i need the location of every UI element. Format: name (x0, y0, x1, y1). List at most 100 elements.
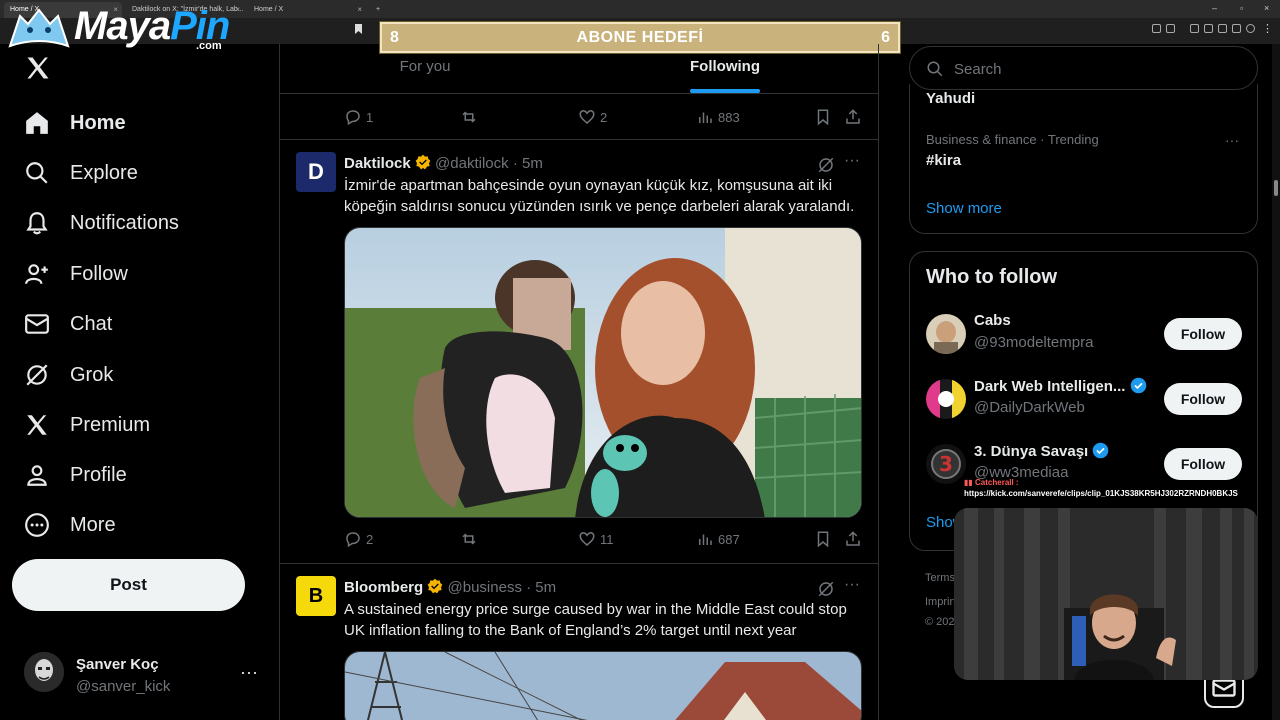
close-icon[interactable]: × (235, 5, 240, 14)
follow-button[interactable]: Follow (1164, 318, 1242, 350)
more-icon[interactable]: ··· (844, 152, 860, 170)
like-button[interactable]: 2 (578, 108, 607, 126)
tweet[interactable]: D Daktilock @daktilock · 5m ··· İzmir'de… (280, 140, 878, 563)
music-icon[interactable] (1190, 24, 1199, 33)
shield-icon[interactable] (1246, 24, 1255, 33)
verified-badge-icon (428, 578, 443, 594)
tab-following[interactable]: Following (580, 58, 870, 75)
repost-icon (462, 111, 476, 123)
extension-icon[interactable] (1232, 24, 1241, 33)
sidebar-icon[interactable] (1218, 24, 1227, 33)
search-icon (927, 61, 943, 77)
close-window-icon[interactable]: × (1264, 3, 1269, 13)
grok-icon[interactable] (817, 580, 835, 598)
sidebar-item-label: Explore (70, 161, 138, 184)
tweet-time[interactable]: · 5m (526, 579, 556, 596)
follow-suggestion[interactable]: Dark Web Intelligen... @DailyDarkWeb Fol… (926, 373, 1246, 429)
show-more-link[interactable]: Show more (926, 200, 1002, 217)
clip-chat-tag: ▮▮ Catcherall : (964, 478, 1019, 487)
author-name[interactable]: Bloomberg (344, 579, 423, 596)
follow-button[interactable]: Follow (1164, 383, 1242, 415)
sidebar-item-home[interactable]: Home (24, 103, 126, 143)
reply-count: 1 (366, 109, 374, 125)
heart-icon (579, 110, 595, 124)
extension-icon[interactable] (1152, 24, 1161, 33)
sidebar-item-follow[interactable]: Follow (24, 254, 128, 294)
tweet[interactable]: B Bloomberg @business · 5m ··· A sustain… (280, 564, 878, 720)
who-to-follow-panel: Who to follow Cabs @93modeltempra Follow… (909, 251, 1258, 551)
author-handle[interactable]: @business (448, 579, 522, 596)
bookmark-button[interactable] (814, 108, 836, 126)
more-icon[interactable]: ··· (1225, 132, 1239, 148)
sidebar-item-label: More (70, 513, 116, 536)
follow-button[interactable]: Follow (1164, 448, 1242, 480)
avatar (24, 652, 64, 692)
search-icon (26, 162, 48, 184)
trend-item[interactable]: #kira (926, 152, 961, 169)
share-button[interactable] (844, 530, 866, 548)
author-handle[interactable]: @daktilock (435, 155, 509, 172)
trend-item[interactable]: Yahudi (926, 90, 975, 107)
more-icon[interactable]: ··· (844, 576, 860, 594)
sidebar-item-chat[interactable]: Chat (24, 304, 112, 344)
like-count: 11 (600, 531, 614, 547)
follow-suggestion[interactable]: Cabs @93modeltempra Follow (926, 308, 1246, 364)
minimize-icon[interactable]: – (1212, 3, 1217, 13)
reply-button[interactable]: 1 (344, 108, 373, 126)
sidebar-item-label: Profile (70, 463, 127, 486)
author-name[interactable]: Daktilock (344, 155, 411, 172)
browser-tab[interactable]: Home / X × (248, 2, 366, 18)
bell-icon (26, 212, 48, 235)
avatar-letter: D (308, 159, 324, 184)
reader-icon[interactable] (1204, 24, 1213, 33)
person-icon (27, 465, 47, 486)
webcam-streamer-image (954, 508, 1258, 680)
tweet-image[interactable] (344, 227, 862, 518)
share-button[interactable] (844, 108, 866, 126)
sidebar-item-profile[interactable]: Profile (24, 455, 127, 495)
repost-button[interactable] (460, 530, 482, 548)
grok-icon[interactable] (817, 156, 835, 174)
maximize-icon[interactable]: ▫ (1240, 3, 1243, 13)
avatar[interactable]: 3 (926, 444, 966, 484)
like-count: 2 (600, 109, 608, 125)
bookmark-icon[interactable] (355, 24, 362, 34)
suggestion-name: Dark Web Intelligen... (974, 377, 1147, 395)
tweet-time[interactable]: · 5m (513, 155, 543, 172)
menu-icon[interactable]: ⋮ (1262, 22, 1273, 35)
reply-button[interactable]: 2 (344, 530, 373, 548)
more-icon[interactable]: ··· (240, 662, 258, 683)
avatar[interactable]: B (296, 576, 336, 616)
sidebar-item-explore[interactable]: Explore (24, 153, 138, 193)
reply-count: 2 (366, 531, 374, 547)
scrollbar[interactable] (1272, 44, 1280, 720)
suggestion-name: Cabs (974, 312, 1011, 329)
sidebar-item-more[interactable]: More (24, 505, 116, 545)
account-switcher[interactable]: Şanver Koç @sanver_kick ··· (24, 648, 264, 698)
new-tab-button[interactable]: + (370, 2, 386, 18)
views-button[interactable]: 687 (696, 530, 740, 548)
sidebar-item-premium[interactable]: Premium (24, 405, 150, 445)
bookmark-button[interactable] (814, 530, 836, 548)
suggestion-name: 3. Dünya Savaşı (974, 442, 1109, 460)
scrollbar-thumb[interactable] (1274, 180, 1278, 196)
footer-link[interactable]: Terms (925, 572, 955, 584)
avatar[interactable]: D (296, 152, 336, 192)
sidebar-item-notifications[interactable]: Notifications (24, 203, 179, 243)
tweet-text: A sustained energy price surge caused by… (344, 601, 847, 639)
like-button[interactable]: 11 (578, 530, 614, 548)
x-logo-icon[interactable] (24, 54, 52, 82)
account-handle: @sanver_kick (76, 678, 171, 695)
share-icon (846, 531, 860, 546)
tweet-image[interactable] (344, 651, 862, 720)
sidebar-item-grok[interactable]: Grok (24, 355, 113, 395)
envelope-icon (25, 314, 49, 334)
post-button[interactable]: Post (12, 559, 245, 611)
repost-button[interactable] (460, 108, 482, 126)
views-button[interactable]: 883 (696, 108, 740, 126)
avatar[interactable] (926, 314, 966, 354)
extension-icon[interactable] (1166, 24, 1175, 33)
close-icon[interactable]: × (357, 5, 362, 14)
avatar[interactable] (926, 379, 966, 419)
tab-for-you[interactable]: For you (280, 58, 570, 75)
